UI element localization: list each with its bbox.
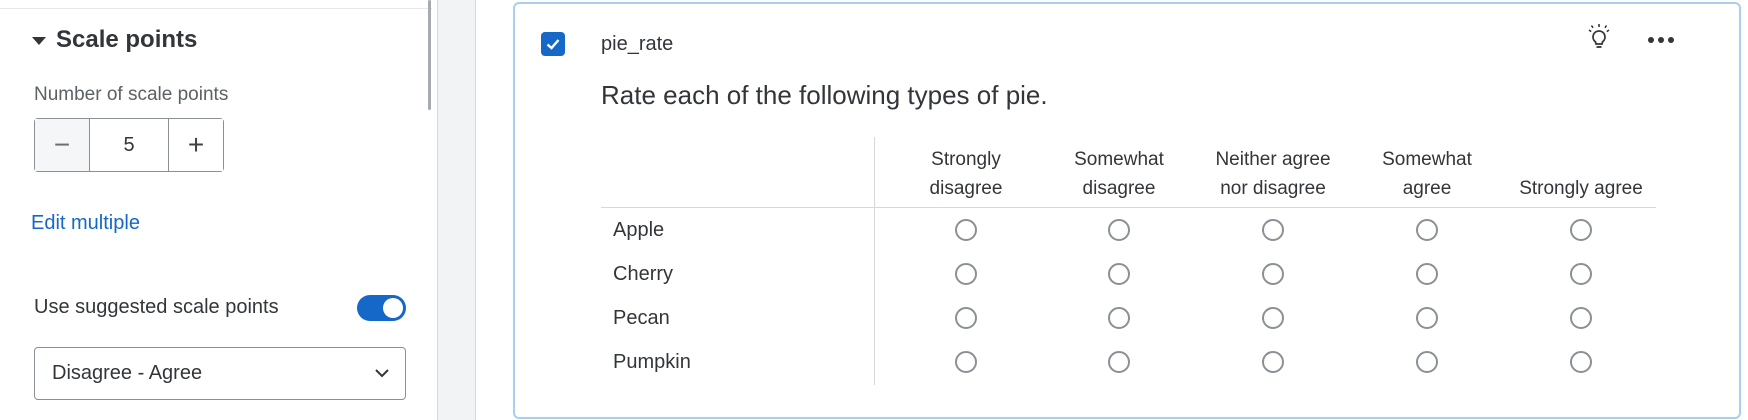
caret-down-icon <box>32 37 46 45</box>
column-header-line: nor disagree <box>1220 178 1326 199</box>
row-label: Pecan <box>613 307 670 329</box>
scale-points-input[interactable]: 5 <box>89 119 169 171</box>
radio-option[interactable] <box>955 219 977 241</box>
column-header-line: disagree <box>929 178 1003 199</box>
radio-option[interactable] <box>1570 307 1592 329</box>
checkmark-icon <box>546 39 560 50</box>
matrix-divider <box>601 207 1656 208</box>
scale-points-stepper: − 5 + <box>34 118 224 172</box>
column-header-line: disagree <box>1082 178 1156 199</box>
column-header-line: Somewhat <box>1382 149 1472 170</box>
lightbulb-icon[interactable] <box>1583 22 1615 54</box>
column-header: Strongly disagree <box>891 143 1041 203</box>
column-header: Strongly agree <box>1506 143 1656 203</box>
toggle-knob <box>383 298 403 318</box>
scale-type-select[interactable]: Disagree - Agree <box>34 347 406 400</box>
decrement-button[interactable]: − <box>35 119 89 171</box>
radio-option[interactable] <box>1262 219 1284 241</box>
column-header: Somewhat disagree <box>1044 143 1194 203</box>
row-label: Cherry <box>613 263 674 285</box>
more-horizontal-icon[interactable] <box>1646 34 1676 46</box>
divider <box>0 8 432 9</box>
question-select-checkbox[interactable] <box>541 32 565 56</box>
matrix-divider <box>874 137 875 385</box>
radio-option[interactable] <box>1262 351 1284 373</box>
radio-option[interactable] <box>1416 351 1438 373</box>
row-label: Pumpkin <box>613 351 691 373</box>
radio-option[interactable] <box>955 351 977 373</box>
edit-multiple-link[interactable]: Edit multiple <box>31 212 140 235</box>
column-header-line: Strongly agree <box>1519 178 1643 199</box>
chevron-down-icon <box>375 369 389 378</box>
column-header: Somewhat agree <box>1352 143 1502 203</box>
panel-scrollbar[interactable] <box>428 0 431 110</box>
panel-gutter <box>438 0 476 420</box>
row-label: Apple <box>613 219 665 241</box>
question-settings-panel: Scale points Number of scale points − 5 … <box>0 0 438 420</box>
survey-editor: Scale points Number of scale points − 5 … <box>0 0 1748 420</box>
radio-option[interactable] <box>955 307 977 329</box>
suggested-scale-points-label: Use suggested scale points <box>34 296 279 318</box>
radio-option[interactable] <box>1416 219 1438 241</box>
increment-button[interactable]: + <box>169 119 223 171</box>
question-id[interactable]: pie_rate <box>601 33 673 56</box>
section-title: Scale points <box>56 26 198 53</box>
radio-option[interactable] <box>1262 307 1284 329</box>
scale-points-section-toggle[interactable]: Scale points <box>32 26 197 54</box>
question-card[interactable]: pie_rate Rate each of the following type… <box>513 2 1741 419</box>
scale-type-value: Disagree - Agree <box>52 362 203 384</box>
scale-points-label: Number of scale points <box>34 84 229 105</box>
suggested-scale-points-toggle[interactable] <box>357 295 406 321</box>
radio-option[interactable] <box>1570 263 1592 285</box>
radio-option[interactable] <box>1108 307 1130 329</box>
radio-option[interactable] <box>1416 307 1438 329</box>
column-header-line: Strongly <box>931 149 1001 170</box>
column-header-line: Neither agree <box>1215 149 1331 170</box>
column-header-line: Somewhat <box>1074 149 1164 170</box>
radio-option[interactable] <box>955 263 977 285</box>
radio-option[interactable] <box>1416 263 1438 285</box>
radio-option[interactable] <box>1108 263 1130 285</box>
radio-option[interactable] <box>1570 219 1592 241</box>
column-header: Neither agree nor disagree <box>1198 143 1348 203</box>
radio-option[interactable] <box>1262 263 1284 285</box>
question-text[interactable]: Rate each of the following types of pie. <box>601 80 1048 111</box>
radio-option[interactable] <box>1108 351 1130 373</box>
column-header-line: agree <box>1402 178 1452 199</box>
radio-option[interactable] <box>1108 219 1130 241</box>
radio-option[interactable] <box>1570 351 1592 373</box>
